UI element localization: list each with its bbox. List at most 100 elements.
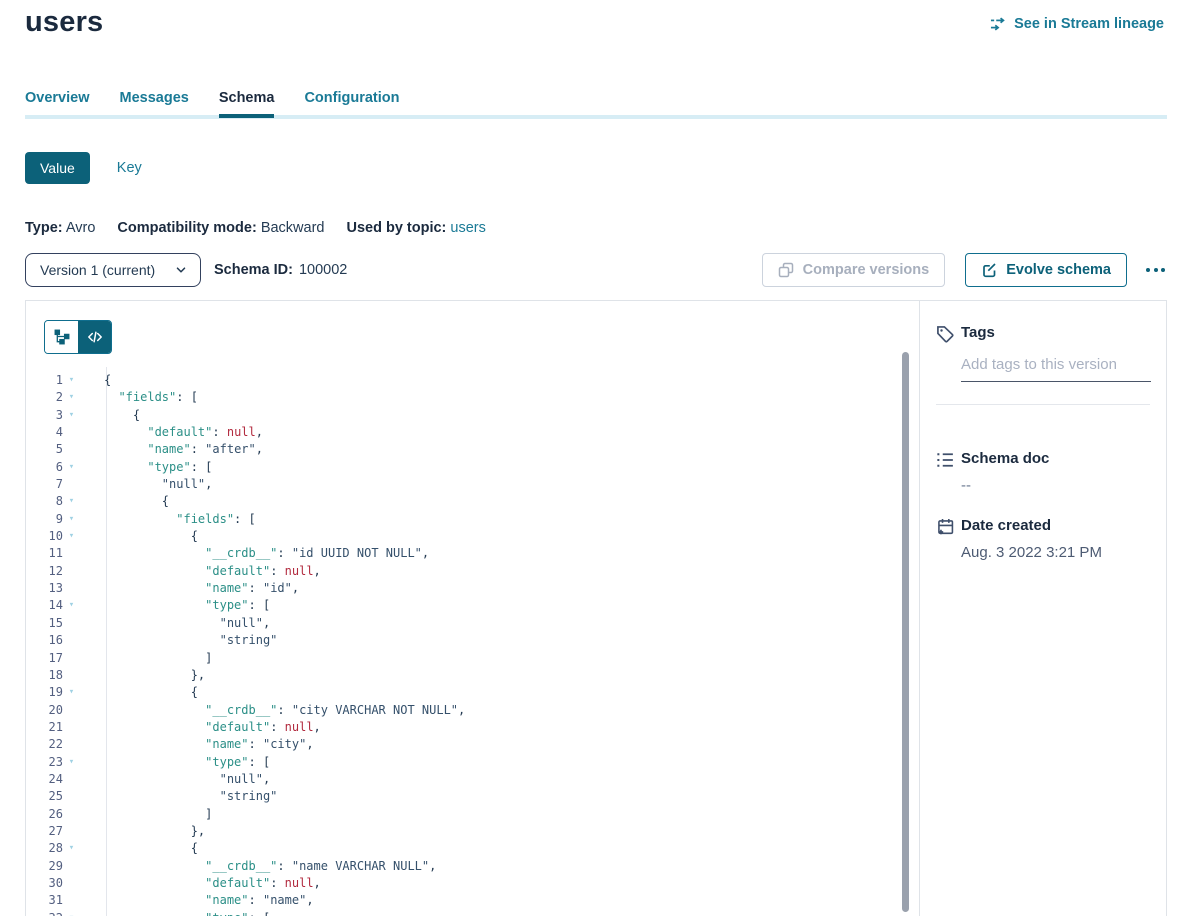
stream-lineage-label: See in Stream lineage: [1014, 16, 1164, 32]
code-line: 10▾ {: [26, 528, 896, 545]
line-number: 21: [26, 719, 63, 736]
chevron-down-icon: [174, 263, 188, 277]
schema-panel: 1▾{2▾ "fields": [3▾ {4 "default": null,5…: [25, 300, 1167, 916]
editor-view-toggle: [44, 320, 112, 354]
line-number: 12: [26, 563, 63, 580]
line-number: 16: [26, 632, 63, 649]
add-tags-input[interactable]: [961, 356, 1151, 382]
fold-arrow-icon[interactable]: ▾: [63, 389, 80, 406]
stream-lineage-link[interactable]: See in Stream lineage: [990, 16, 1164, 32]
code-text: "type": [: [80, 910, 270, 916]
line-number: 10: [26, 528, 63, 545]
code-text: },: [80, 667, 205, 684]
code-line: 7 "null",: [26, 476, 896, 493]
code-text: {: [80, 684, 198, 701]
fold-gutter: [63, 702, 80, 719]
line-number: 31: [26, 892, 63, 909]
fold-gutter: [63, 667, 80, 684]
line-number: 28: [26, 840, 63, 857]
fold-arrow-icon[interactable]: ▾: [63, 910, 80, 916]
fold-arrow-icon[interactable]: ▾: [63, 372, 80, 389]
key-toggle-button[interactable]: Key: [117, 160, 142, 176]
code-text: "default": null,: [80, 563, 321, 580]
line-number: 7: [26, 476, 63, 493]
tab-overview[interactable]: Overview: [25, 90, 90, 118]
type-label: Type:: [25, 220, 63, 236]
code-text: "null",: [80, 771, 270, 788]
schema-sidebar: Tags Schema doc -- Date created Aug. 3 2…: [919, 301, 1166, 916]
line-number: 26: [26, 806, 63, 823]
fold-arrow-icon[interactable]: ▾: [63, 493, 80, 510]
fold-arrow-icon[interactable]: ▾: [63, 528, 80, 545]
code-line: 11 "__crdb__": "id UUID NOT NULL",: [26, 545, 896, 562]
tags-section-title: Tags: [961, 324, 995, 341]
code-line: 26 ]: [26, 806, 896, 823]
fold-arrow-icon[interactable]: ▾: [63, 407, 80, 424]
code-text: "__crdb__": "city VARCHAR NOT NULL",: [80, 702, 465, 719]
line-number: 13: [26, 580, 63, 597]
code-line: 27 },: [26, 823, 896, 840]
code-line: 24 "null",: [26, 771, 896, 788]
fold-arrow-icon[interactable]: ▾: [63, 754, 80, 771]
code-line: 32▾ "type": [: [26, 910, 896, 916]
fold-arrow-icon[interactable]: ▾: [63, 840, 80, 857]
fold-gutter: [63, 736, 80, 753]
code-line: 19▾ {: [26, 684, 896, 701]
compare-versions-button[interactable]: Compare versions: [762, 253, 946, 287]
topic-link[interactable]: users: [450, 220, 485, 236]
line-number: 4: [26, 424, 63, 441]
code-text: "default": null,: [80, 424, 263, 441]
schema-id-value: 100002: [299, 262, 347, 278]
code-text: "type": [: [80, 754, 270, 771]
tab-configuration[interactable]: Configuration: [304, 90, 399, 118]
fold-arrow-icon[interactable]: ▾: [63, 597, 80, 614]
tree-view-button[interactable]: [45, 321, 78, 353]
line-number: 23: [26, 754, 63, 771]
more-options-button[interactable]: [1144, 262, 1167, 278]
version-bar: Version 1 (current) Schema ID: 100002 Co…: [25, 253, 1167, 287]
line-number: 17: [26, 650, 63, 667]
line-number: 1: [26, 372, 63, 389]
value-toggle-button[interactable]: Value: [25, 152, 90, 184]
code-line: 21 "default": null,: [26, 719, 896, 736]
code-line: 23▾ "type": [: [26, 754, 896, 771]
code-view-button[interactable]: [78, 321, 111, 353]
fold-arrow-icon[interactable]: ▾: [63, 459, 80, 476]
date-created-icon: [936, 518, 954, 536]
fold-gutter: [63, 580, 80, 597]
evolve-schema-label: Evolve schema: [1006, 262, 1111, 278]
code-line: 31 "name": "name",: [26, 892, 896, 909]
code-line: 13 "name": "id",: [26, 580, 896, 597]
evolve-schema-icon: [981, 262, 997, 278]
code-line: 20 "__crdb__": "city VARCHAR NOT NULL",: [26, 702, 896, 719]
fold-gutter: [63, 719, 80, 736]
code-line: 2▾ "fields": [: [26, 389, 896, 406]
code-line: 28▾ {: [26, 840, 896, 857]
code-text: "type": [: [80, 459, 212, 476]
code-line: 12 "default": null,: [26, 563, 896, 580]
line-number: 9: [26, 511, 63, 528]
schema-doc-value: --: [961, 477, 971, 494]
fold-gutter: [63, 650, 80, 667]
compatibility-value: Backward: [261, 220, 325, 236]
code-text: ]: [80, 650, 212, 667]
editor-scrollbar-thumb[interactable]: [902, 352, 909, 912]
line-number: 30: [26, 875, 63, 892]
tab-messages[interactable]: Messages: [120, 90, 189, 118]
line-number: 8: [26, 493, 63, 510]
fold-gutter: [63, 806, 80, 823]
line-number: 14: [26, 597, 63, 614]
code-text: "default": null,: [80, 875, 321, 892]
code-line: 8▾ {: [26, 493, 896, 510]
fold-arrow-icon[interactable]: ▾: [63, 511, 80, 528]
version-select[interactable]: Version 1 (current): [25, 253, 201, 287]
sidebar-divider: [936, 404, 1150, 405]
code-line: 30 "default": null,: [26, 875, 896, 892]
evolve-schema-button[interactable]: Evolve schema: [965, 253, 1127, 287]
code-text: {: [80, 493, 169, 510]
line-number: 5: [26, 441, 63, 458]
tab-schema[interactable]: Schema: [219, 90, 275, 118]
fold-arrow-icon[interactable]: ▾: [63, 684, 80, 701]
code-view-icon: [87, 329, 103, 345]
line-number: 25: [26, 788, 63, 805]
